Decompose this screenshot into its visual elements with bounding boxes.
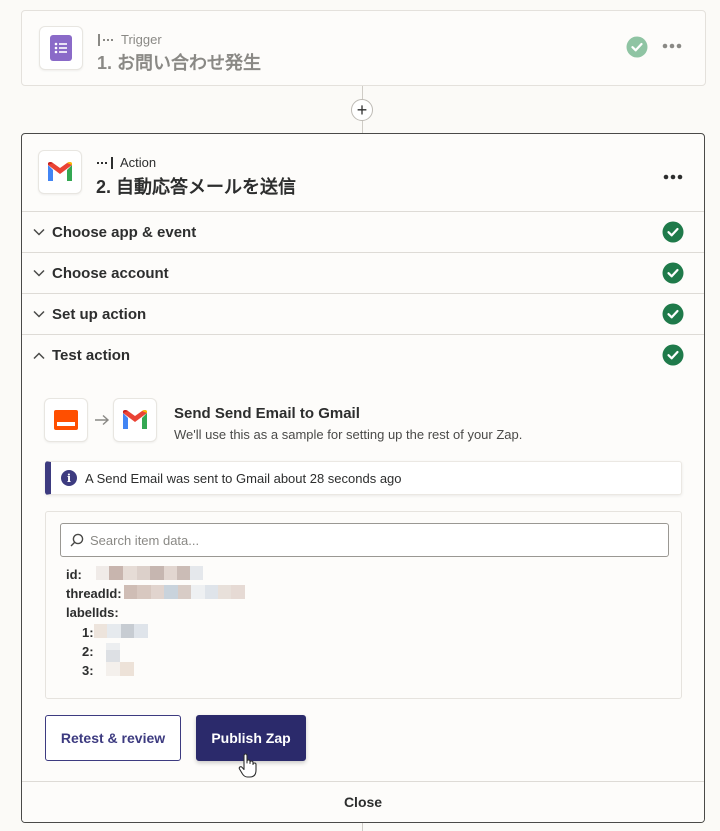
more-options-icon[interactable] [663,167,683,185]
field-thread-id-label: threadId: [66,586,122,601]
info-banner: i A Send Email was sent to Gmail about 2… [45,461,682,495]
section-set-up-action[interactable]: Set up action [22,294,704,335]
plus-icon: + [356,100,368,120]
section-label: Test action [52,347,131,364]
section-label: Choose app & event [52,223,197,241]
more-options-icon[interactable] [662,36,682,54]
arrow-right-icon [94,413,110,431]
info-message: A Send Email was sent to Gmail about 28 … [85,470,402,486]
redacted-value [124,585,245,599]
redacted-value [94,624,148,638]
action-header[interactable]: Action 2. 自動応答メールを送信 [22,134,704,212]
trigger-title: 1. お問い合わせ発生 [97,53,262,73]
check-circle-icon [662,262,684,289]
chevron-up-icon [32,349,46,363]
action-step-icon [97,156,113,169]
section-choose-app-event[interactable]: Choose app & event [22,212,704,253]
gmail-icon [113,398,157,442]
redacted-value [106,662,134,676]
sample-subtitle: We'll use this as a sample for setting u… [174,427,523,442]
gmail-icon [38,150,82,194]
search-icon [70,533,84,547]
action-title: 2. 自動応答メールを送信 [96,177,297,197]
sample-title: Send Send Email to Gmail [174,405,360,422]
check-circle-icon [626,36,648,63]
webhook-app-icon [44,398,88,442]
section-test-action[interactable]: Test action [22,335,704,376]
info-icon: i [61,470,77,486]
field-label-ids-label: labelIds: [66,605,119,620]
section-label: Set up action [52,305,147,323]
field-label-1: 1: [82,625,94,640]
search-field[interactable] [60,523,669,557]
retest-review-button[interactable]: Retest & review [45,715,181,761]
trigger-type-text: Trigger [121,32,162,47]
check-circle-icon [662,221,684,248]
action-type-label: Action [96,155,156,170]
redacted-value [96,566,203,580]
action-type-text: Action [120,155,157,170]
trigger-step-icon [98,33,113,46]
check-circle-icon [662,303,684,330]
field-label-2: 2: [82,644,94,659]
google-forms-icon [39,26,83,70]
action-step-card: Action 2. 自動応答メールを送信 Choose app & event … [21,133,705,823]
chevron-down-icon [32,307,46,321]
chevron-down-icon [32,225,46,239]
field-label-3: 3: [82,663,94,678]
connector-line-bottom [362,823,363,831]
search-input[interactable] [90,532,650,548]
section-choose-account[interactable]: Choose account [22,253,704,294]
trigger-step-card[interactable]: Trigger 1. お問い合わせ発生 [21,10,706,86]
hand-cursor-icon [238,753,258,784]
close-button[interactable]: Close [22,781,704,822]
section-label: Choose account [52,264,169,282]
trigger-type-label: Trigger [97,32,162,47]
field-id-label: id: [66,567,82,582]
item-data-box: id: threadId: labelIds: 1: 2: 3: [45,511,682,699]
add-step-button[interactable]: + [351,99,373,121]
check-circle-icon [662,344,684,371]
chevron-down-icon [32,266,46,280]
